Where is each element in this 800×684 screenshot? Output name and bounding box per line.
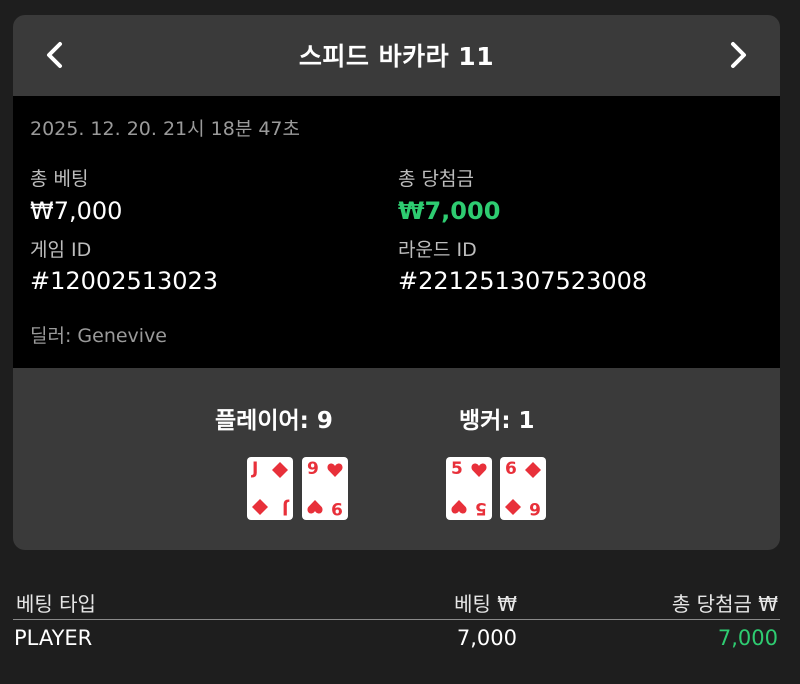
header: 스피드 바카라 11 <box>13 15 780 95</box>
card-rank: 6 <box>505 459 517 479</box>
player-card-1: J J <box>247 457 293 520</box>
table-header: 베팅 타입 베팅 ₩ 총 당첨금 ₩ <box>13 580 780 620</box>
hands-section: 플레이어: 9 뱅커: 1 J J 9 9 5 5 6 6 <box>13 368 780 550</box>
chevron-left-icon <box>47 42 62 68</box>
total-win-value: ₩7,000 <box>398 197 501 225</box>
player-score: 플레이어: 9 <box>215 408 333 434</box>
bet-amount-cell: 7,000 <box>456 626 517 650</box>
bet-type-cell: PLAYER <box>14 626 93 650</box>
diamond-icon <box>525 462 541 478</box>
game-id-value: #12002513023 <box>30 267 219 295</box>
dealer-name: 딜러: Genevive <box>30 325 168 347</box>
round-datetime: 2025. 12. 20. 21시 18분 47초 <box>30 118 300 140</box>
col-bet-type: 베팅 타입 <box>16 592 96 616</box>
round-info: 2025. 12. 20. 21시 18분 47초 총 베팅 ₩7,000 총 … <box>13 96 780 368</box>
card-rank: 9 <box>307 459 319 479</box>
round-id-value: #221251307523008 <box>398 267 648 295</box>
card-rank: 5 <box>475 498 487 518</box>
game-id-label: 게임 ID <box>30 239 92 261</box>
round-detail-panel: 스피드 바카라 11 2025. 12. 20. 21시 18분 47초 총 베… <box>13 15 780 550</box>
heart-icon <box>471 463 487 477</box>
card-rank: J <box>281 498 288 518</box>
banker-card-1: 5 5 <box>446 457 492 520</box>
total-bet-label: 총 베팅 <box>30 168 89 190</box>
player-card-2: 9 9 <box>302 457 348 520</box>
card-rank: J <box>252 459 259 479</box>
win-amount-cell: 7,000 <box>717 626 778 650</box>
card-rank: 6 <box>529 498 541 518</box>
total-bet-value: ₩7,000 <box>30 197 123 225</box>
diamond-icon <box>272 462 288 478</box>
banker-card-2: 6 6 <box>500 457 546 520</box>
round-id-label: 라운드 ID <box>398 239 477 261</box>
heart-icon <box>451 500 467 514</box>
heart-icon <box>307 500 323 514</box>
table-row: PLAYER 7,000 7,000 <box>13 620 780 656</box>
chevron-right-icon <box>731 42 746 68</box>
page-title: 스피드 바카라 11 <box>298 42 495 71</box>
diamond-icon <box>252 499 268 515</box>
banker-score: 뱅커: 1 <box>459 408 535 434</box>
heart-icon <box>327 463 343 477</box>
total-win-label: 총 당첨금 <box>398 168 474 190</box>
card-rank: 5 <box>451 459 463 479</box>
col-bet-amount: 베팅 ₩ <box>454 592 517 616</box>
prev-button[interactable] <box>37 37 73 73</box>
bets-table: 베팅 타입 베팅 ₩ 총 당첨금 ₩ PLAYER 7,000 7,000 <box>13 580 780 656</box>
card-rank: 9 <box>331 498 343 518</box>
next-button[interactable] <box>720 37 756 73</box>
col-total-win: 총 당첨금 ₩ <box>671 592 778 616</box>
diamond-icon <box>505 499 521 515</box>
